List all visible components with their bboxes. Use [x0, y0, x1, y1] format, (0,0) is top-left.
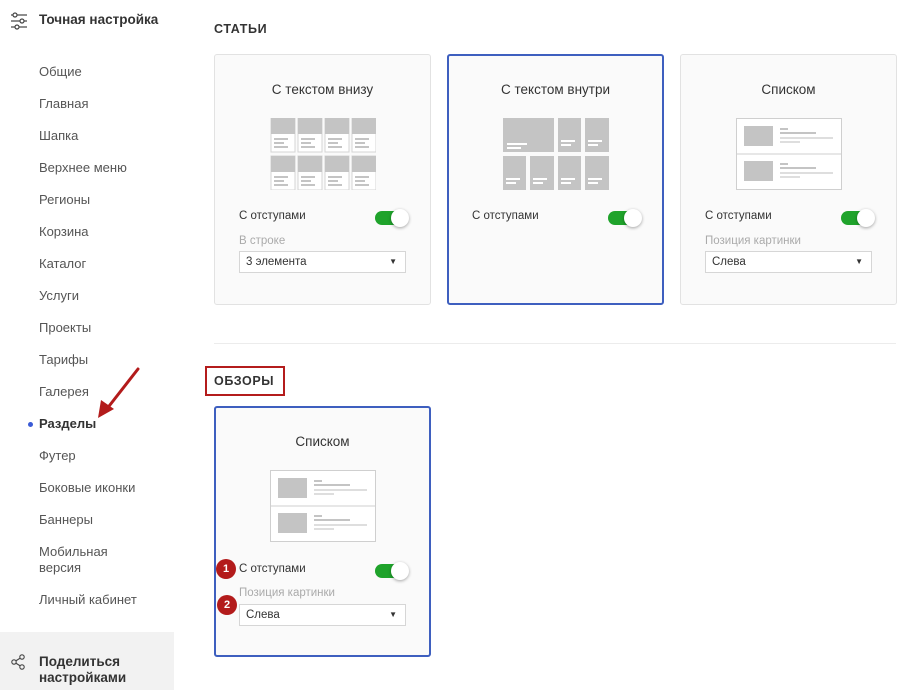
- select-value: Слева: [246, 609, 280, 621]
- padding-toggle[interactable]: [375, 562, 409, 580]
- sidebar-item-projects[interactable]: Проекты: [39, 320, 139, 352]
- articles-card-list[interactable]: Списком С отступами Позиция картинки Сле…: [680, 54, 897, 305]
- image-position-select[interactable]: Слева ▼: [239, 604, 406, 626]
- sidebar-item-cart[interactable]: Корзина: [39, 224, 139, 256]
- toggle-label: С отступами: [472, 210, 539, 222]
- image-position-select[interactable]: Слева ▼: [705, 251, 872, 273]
- share-settings-button[interactable]: Поделиться настройками: [0, 632, 174, 690]
- padding-toggle[interactable]: [841, 209, 875, 227]
- sidebar-item-side-icons[interactable]: Боковые иконки: [39, 480, 139, 512]
- toggle-label: С отступами: [239, 563, 306, 575]
- sidebar-header: Точная настройка: [10, 12, 158, 30]
- list-illustration: [736, 118, 842, 190]
- share-icon: [11, 654, 25, 670]
- card-title: Списком: [295, 434, 350, 449]
- toggle-label: С отступами: [705, 210, 772, 222]
- select-label: В строке: [239, 235, 286, 247]
- chevron-down-icon: ▼: [389, 257, 397, 266]
- articles-card-text-below[interactable]: С текстом внизу С отступами В строке 3 э…: [214, 54, 431, 305]
- reviews-section-title: ОБЗОРЫ: [214, 374, 275, 388]
- sidebar-menu: Общие Главная Шапка Верхнее меню Регионы…: [28, 64, 139, 624]
- annotation-badge-2: 2: [217, 595, 237, 615]
- padding-toggle[interactable]: [375, 209, 409, 227]
- chevron-down-icon: ▼: [389, 610, 397, 619]
- card-title: С текстом внизу: [271, 82, 374, 97]
- list-illustration: [270, 470, 376, 542]
- card-title: Списком: [761, 82, 816, 97]
- articles-section-title: СТАТЬИ: [214, 22, 268, 36]
- toggle-label: С отступами: [239, 210, 306, 222]
- articles-card-text-inside[interactable]: С текстом внутри С отступами: [447, 54, 664, 305]
- sidebar-item-catalog[interactable]: Каталог: [39, 256, 139, 288]
- chevron-down-icon: ▼: [855, 257, 863, 266]
- annotation-arrow-icon: [98, 367, 140, 418]
- section-divider: [214, 343, 896, 344]
- sidebar-item-footer[interactable]: Футер: [39, 448, 139, 480]
- sidebar-item-account[interactable]: Личный кабинет: [39, 592, 139, 624]
- sidebar-item-mobile[interactable]: Мобильная версия: [39, 544, 139, 592]
- select-label: Позиция картинки: [705, 235, 801, 247]
- sidebar-item-regions[interactable]: Регионы: [39, 192, 139, 224]
- sidebar: Точная настройка Общие Главная Шапка Вер…: [0, 0, 174, 690]
- card-title: С текстом внутри: [500, 82, 611, 97]
- sidebar-item-general[interactable]: Общие: [39, 64, 139, 96]
- select-value: Слева: [712, 256, 746, 268]
- grid-text-below-illustration: [270, 118, 376, 190]
- select-value: 3 элемента: [246, 256, 307, 268]
- grid-text-inside-illustration: [503, 118, 609, 190]
- sidebar-item-banners[interactable]: Баннеры: [39, 512, 139, 544]
- sidebar-item-top-menu[interactable]: Верхнее меню: [39, 160, 139, 192]
- sidebar-item-sections[interactable]: Разделы: [28, 416, 139, 448]
- select-label: Позиция картинки: [239, 587, 335, 599]
- sidebar-item-main[interactable]: Главная: [39, 96, 139, 128]
- sidebar-item-services[interactable]: Услуги: [39, 288, 139, 320]
- share-settings-label: Поделиться настройками: [39, 654, 127, 685]
- sidebar-item-header[interactable]: Шапка: [39, 128, 139, 160]
- annotation-badge-1: 1: [216, 559, 236, 579]
- padding-toggle[interactable]: [608, 209, 642, 227]
- sidebar-title: Точная настройка: [39, 12, 159, 27]
- reviews-card-list[interactable]: Списком С отступами Позиция картинки Сле…: [214, 406, 431, 657]
- sliders-icon: [11, 12, 27, 30]
- per-row-select[interactable]: 3 элемента ▼: [239, 251, 406, 273]
